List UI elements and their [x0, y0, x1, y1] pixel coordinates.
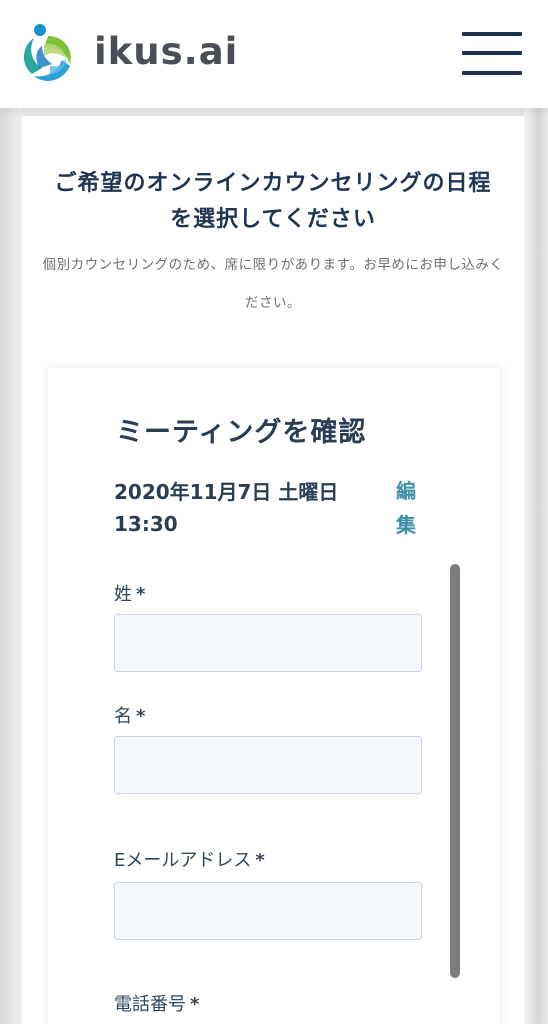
confirm-heading: ミーティングを確認 — [116, 417, 367, 448]
required-mark: * — [136, 706, 146, 727]
meeting-confirm-card: ミーティングを確認 2020年11月7日 土曜日 13:30 編集 姓 * 名 * … — [48, 368, 500, 1024]
scheduler-container: ご希望のオンラインカウンセリングの日程を選択してください 個別カウンセリングのた… — [22, 116, 524, 1024]
site-header: ikus.ai — [0, 0, 548, 108]
email-label: Eメールアドレス * — [114, 846, 265, 872]
edit-link[interactable]: 編集 — [396, 474, 422, 542]
page-subtitle: 個別カウンセリングのため、席に限りがあります。お早めにお申し込みください。 — [42, 257, 504, 311]
last-name-label-text: 姓 — [114, 584, 132, 605]
page-title: ご希望のオンラインカウンセリングの日程を選択してください — [54, 171, 492, 232]
required-mark: * — [255, 850, 265, 871]
page-background-left — [0, 108, 22, 1024]
email-label-text: Eメールアドレス — [114, 850, 252, 871]
form-scrollbar[interactable] — [450, 564, 460, 978]
first-name-input[interactable] — [114, 736, 422, 794]
phone-label: 電話番号 * — [114, 990, 199, 1016]
hamburger-menu-button[interactable] — [460, 30, 524, 78]
last-name-input[interactable] — [114, 614, 422, 672]
first-name-label: 名 * — [114, 702, 145, 728]
phone-label-text: 電話番号 — [114, 994, 186, 1015]
page-background-right — [524, 108, 548, 1024]
hamburger-icon — [462, 32, 522, 36]
hamburger-icon-line — [462, 51, 522, 55]
meeting-datetime: 2020年11月7日 土曜日 13:30 — [114, 480, 339, 536]
brand-name[interactable]: ikus.ai — [94, 30, 238, 73]
required-mark: * — [190, 994, 200, 1015]
email-input[interactable] — [114, 882, 422, 940]
last-name-label: 姓 * — [114, 580, 145, 606]
required-mark: * — [136, 584, 146, 605]
first-name-label-text: 名 — [114, 706, 132, 727]
hamburger-icon-line — [462, 71, 522, 75]
ikus-logo-icon[interactable] — [20, 22, 78, 86]
